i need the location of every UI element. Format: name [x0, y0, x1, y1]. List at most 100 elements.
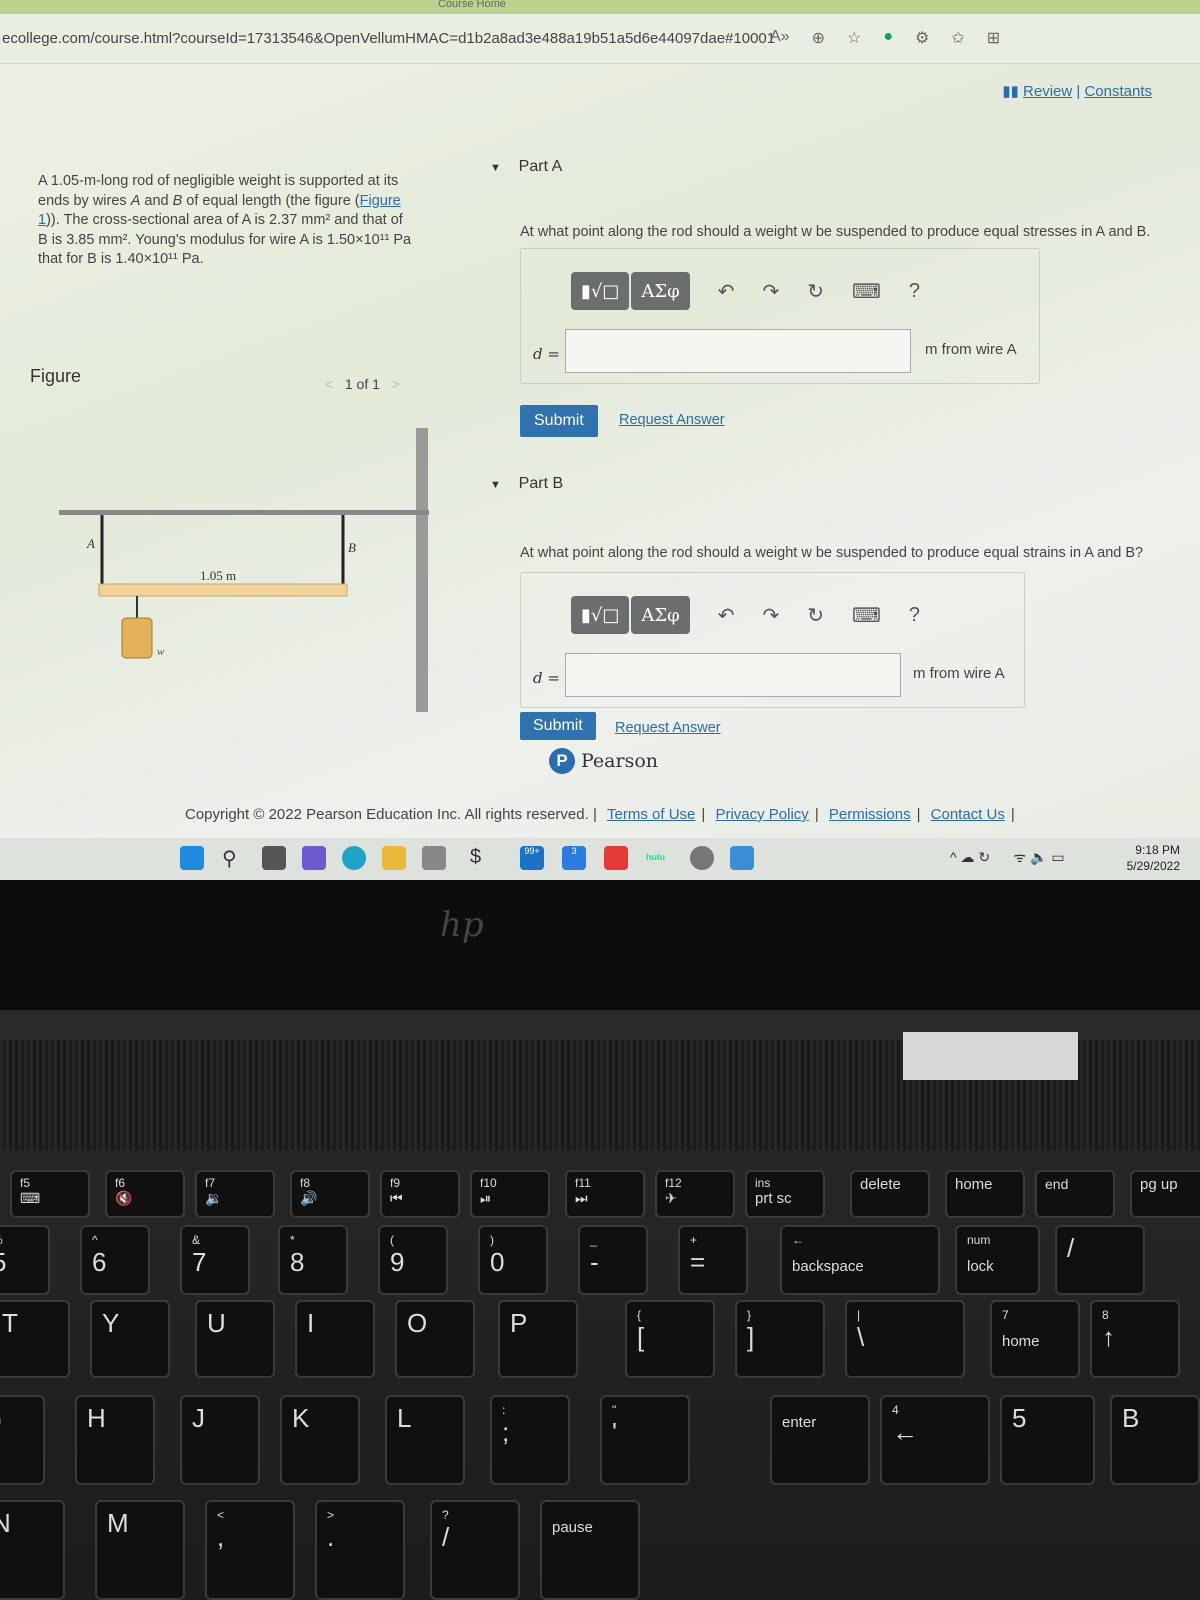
reset-icon[interactable]: ↻: [807, 603, 824, 628]
key[interactable]: Y: [90, 1300, 170, 1378]
key[interactable]: O: [395, 1300, 475, 1378]
hulu-icon[interactable]: hulu: [646, 846, 670, 870]
mail-icon[interactable]: 99+: [520, 846, 544, 870]
key[interactable]: 8 ↑: [1090, 1300, 1180, 1378]
clock[interactable]: 9:18 PM 5/29/2022: [1127, 842, 1180, 874]
redo-icon[interactable]: ↷: [763, 279, 780, 304]
settings-icon[interactable]: [690, 846, 714, 870]
key[interactable]: N: [0, 1500, 65, 1600]
key[interactable]: G: [0, 1395, 45, 1485]
part-b-header[interactable]: ▼ Part B: [490, 475, 563, 493]
key[interactable]: enter: [770, 1395, 870, 1485]
redo-icon[interactable]: ↷: [763, 603, 780, 628]
key[interactable]: f9 ⏮: [380, 1170, 460, 1218]
key[interactable]: ins prt sc: [745, 1170, 825, 1218]
search-icon[interactable]: ⚲: [222, 846, 246, 870]
part-a-header[interactable]: ▼ Part A: [490, 158, 562, 176]
key[interactable]: <,: [205, 1500, 295, 1600]
constants-link[interactable]: Constants: [1084, 83, 1152, 100]
key[interactable]: B: [1110, 1395, 1200, 1485]
templates-button[interactable]: ▮√□: [571, 596, 630, 634]
key[interactable]: * 8: [278, 1225, 348, 1295]
key[interactable]: T: [0, 1300, 70, 1378]
part-b-request-answer-link[interactable]: Request Answer: [615, 720, 721, 736]
key[interactable]: J: [180, 1395, 260, 1485]
app-icon[interactable]: $: [470, 846, 494, 870]
messaging-icon[interactable]: 3: [562, 846, 586, 870]
key[interactable]: 4 ←: [880, 1395, 990, 1485]
key[interactable]: /: [1055, 1225, 1145, 1295]
key[interactable]: ← backspace: [780, 1225, 940, 1295]
system-tray-icons[interactable]: ^ ☁ ↻ ᯤ 🔈 ▭: [950, 848, 1065, 867]
url-field[interactable]: ecollege.com/course.html?courseId=173135…: [2, 30, 775, 47]
key[interactable]: I: [295, 1300, 375, 1378]
key[interactable]: delete: [850, 1170, 930, 1218]
contact-link[interactable]: Contact Us: [931, 806, 1005, 823]
photos-icon[interactable]: [730, 846, 754, 870]
key[interactable]: end: [1035, 1170, 1115, 1218]
part-b-answer-input[interactable]: [565, 653, 901, 697]
key[interactable]: pg up: [1130, 1170, 1200, 1218]
key[interactable]: f12 ✈: [655, 1170, 735, 1218]
permissions-link[interactable]: Permissions: [829, 806, 911, 823]
key[interactable]: ^ 6: [80, 1225, 150, 1295]
store-icon[interactable]: [422, 846, 446, 870]
templates-button[interactable]: ▮√□: [571, 272, 630, 310]
key[interactable]: + =: [678, 1225, 748, 1295]
key[interactable]: U: [195, 1300, 275, 1378]
key[interactable]: f11 ⏭: [565, 1170, 645, 1218]
edge-icon[interactable]: [342, 846, 366, 870]
key[interactable]: >.: [315, 1500, 405, 1600]
keyboard-icon[interactable]: ⌨: [852, 603, 881, 628]
key[interactable]: %5: [0, 1225, 50, 1295]
extensions-icon[interactable]: ⚙: [915, 28, 929, 48]
prev-icon[interactable]: <: [325, 376, 333, 392]
key[interactable]: f5 ⌨: [10, 1170, 90, 1218]
favorite-icon[interactable]: ☆: [847, 28, 861, 48]
help-icon[interactable]: ?: [909, 604, 920, 627]
task-view-icon[interactable]: [262, 846, 286, 870]
key[interactable]: f6 🔇: [105, 1170, 185, 1218]
key[interactable]: M: [95, 1500, 185, 1600]
tab-title[interactable]: Course Home: [438, 0, 506, 10]
privacy-link[interactable]: Privacy Policy: [715, 806, 808, 823]
review-link[interactable]: Review: [1023, 83, 1072, 100]
key[interactable]: f7 🔉: [195, 1170, 275, 1218]
teams-icon[interactable]: [302, 846, 326, 870]
key[interactable]: ) 0: [478, 1225, 548, 1295]
undo-icon[interactable]: ↶: [718, 279, 735, 304]
keyboard-icon[interactable]: ⌨: [852, 279, 881, 304]
favorites-icon[interactable]: ✩: [951, 28, 964, 48]
next-icon[interactable]: >: [392, 376, 400, 392]
key[interactable]: f8 🔊: [290, 1170, 370, 1218]
start-icon[interactable]: [180, 846, 204, 870]
reset-icon[interactable]: ↻: [807, 279, 824, 304]
key[interactable]: {[: [625, 1300, 715, 1378]
key[interactable]: 7 home: [990, 1300, 1080, 1378]
key[interactable]: }]: [735, 1300, 825, 1378]
key[interactable]: 5: [1000, 1395, 1095, 1485]
extension-icon[interactable]: ●: [883, 28, 893, 48]
key[interactable]: K: [280, 1395, 360, 1485]
key[interactable]: num lock: [955, 1225, 1040, 1295]
part-b-submit-button[interactable]: Submit: [520, 712, 596, 740]
youtube-icon[interactable]: [604, 846, 628, 870]
terms-link[interactable]: Terms of Use: [607, 806, 695, 823]
read-aloud-icon[interactable]: A»: [770, 28, 790, 48]
key[interactable]: & 7: [180, 1225, 250, 1295]
file-explorer-icon[interactable]: [382, 846, 406, 870]
key[interactable]: (9: [378, 1225, 448, 1295]
key[interactable]: P: [498, 1300, 578, 1378]
key[interactable]: ? /: [430, 1500, 520, 1600]
part-a-request-answer-link[interactable]: Request Answer: [619, 412, 725, 428]
part-a-answer-input[interactable]: [565, 329, 911, 373]
part-a-submit-button[interactable]: Submit: [520, 405, 598, 437]
symbols-button[interactable]: ΑΣφ: [631, 272, 690, 310]
collections-icon[interactable]: ⊞: [987, 28, 1000, 48]
key[interactable]: pause: [540, 1500, 640, 1600]
undo-icon[interactable]: ↶: [718, 603, 735, 628]
key[interactable]: f10 ⏯: [470, 1170, 550, 1218]
key[interactable]: :;: [490, 1395, 570, 1485]
symbols-button[interactable]: ΑΣφ: [631, 596, 690, 634]
key[interactable]: " ': [600, 1395, 690, 1485]
